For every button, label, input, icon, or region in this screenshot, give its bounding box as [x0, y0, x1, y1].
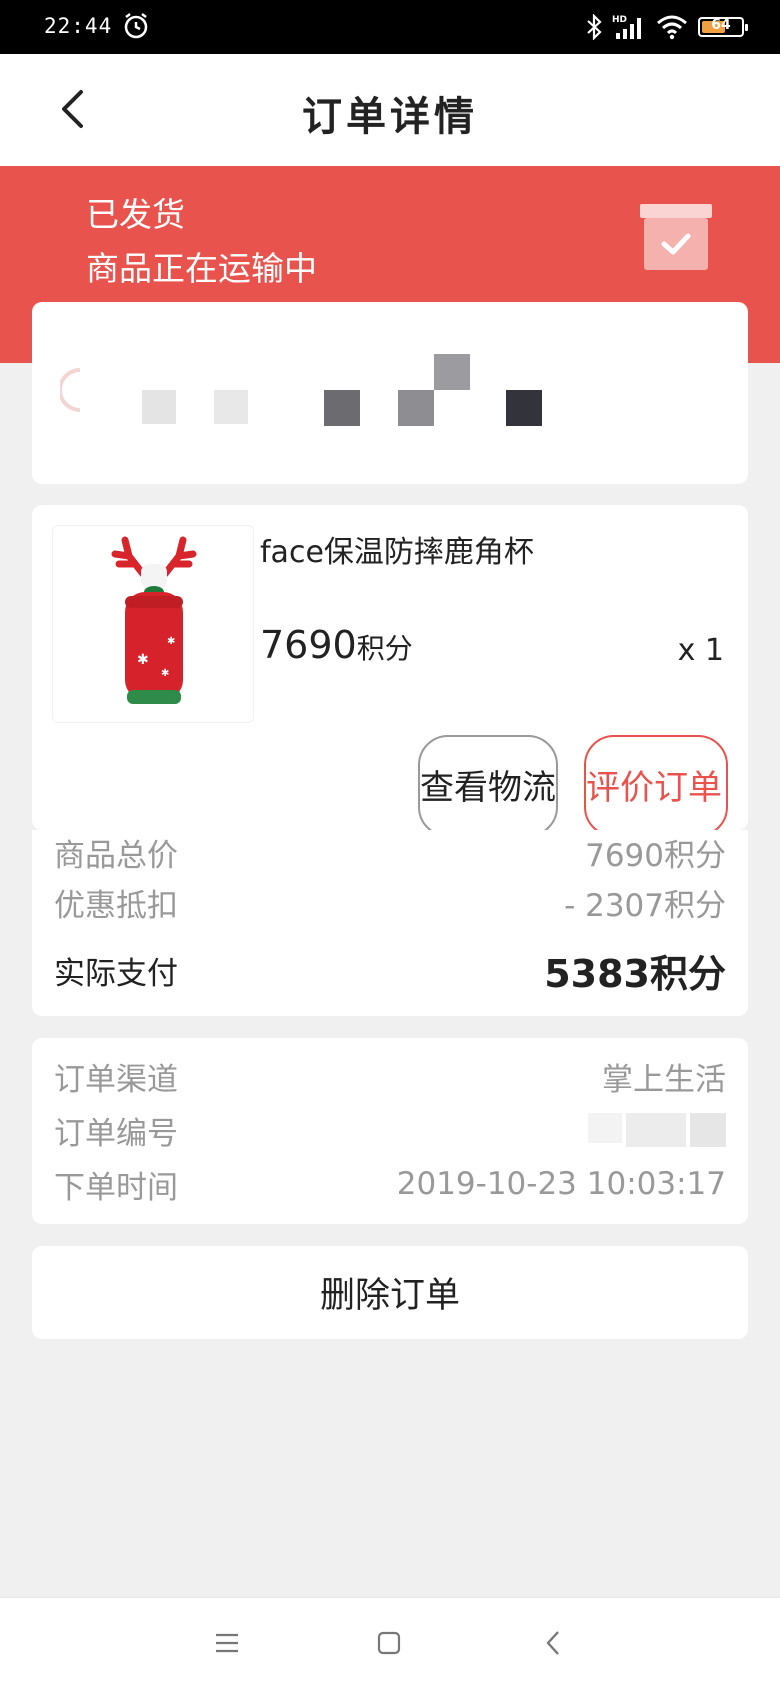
order-number-label: 订单编号 — [54, 1115, 178, 1152]
redacted-block — [142, 390, 176, 424]
reindeer-cup-image: ✱ ✱ ✱ — [111, 536, 197, 704]
menu-icon — [216, 1633, 238, 1653]
redacted-block — [434, 354, 470, 390]
subtotal-row: 商品总价 7690积分 — [54, 830, 726, 874]
product-quantity: x 1 — [677, 633, 724, 668]
order-number-value — [588, 1113, 726, 1147]
order-number-row: 订单编号 — [54, 1108, 726, 1152]
battery-icon: 64 — [698, 17, 748, 37]
page-title: 订单详情 — [302, 94, 478, 140]
actual-payment-row: 实际支付 5383积分 — [54, 946, 726, 996]
order-channel-label: 订单渠道 — [54, 1061, 178, 1098]
status-icons: HD 64 — [586, 12, 748, 42]
product-price-unit: 积分 — [356, 632, 413, 665]
delete-order-label: 删除订单 — [319, 1276, 460, 1316]
svg-text:✱: ✱ — [167, 636, 175, 647]
order-info-card: 订单渠道 掌上生活 订单编号 下单时间 2019-10-23 10:03:17 — [32, 1038, 748, 1224]
price-summary-card: 商品总价 7690积分 优惠抵扣 - 2307积分 实际支付 5383积分 — [32, 830, 748, 1016]
svg-text:✱: ✱ — [137, 652, 149, 668]
home-icon — [377, 1631, 401, 1655]
order-channel-row: 订单渠道 掌上生活 — [54, 1054, 726, 1098]
package-check-icon — [640, 204, 712, 270]
alarm-icon — [124, 13, 148, 39]
location-icon — [60, 368, 81, 412]
system-nav-bar — [0, 1597, 780, 1690]
product-price: 7690积分 — [260, 623, 413, 667]
hd-signal-icon: HD — [612, 15, 641, 39]
redacted-block — [506, 390, 542, 426]
discount-label: 优惠抵扣 — [54, 887, 178, 924]
subtotal-label: 商品总价 — [54, 837, 178, 874]
svg-text:✱: ✱ — [161, 668, 169, 679]
actual-payment-value: 5383积分 — [544, 951, 726, 996]
product-image[interactable]: ✱ ✱ ✱ — [52, 525, 254, 723]
delete-order-button[interactable]: 删除订单 — [32, 1246, 748, 1339]
status-bar: 22:44 HD 64 — [0, 0, 780, 54]
status-time: 22:44 — [44, 14, 113, 38]
wifi-icon — [657, 15, 687, 40]
order-channel-value: 掌上生活 — [602, 1061, 726, 1098]
view-logistics-button[interactable]: 查看物流 — [418, 735, 558, 837]
shipping-status: 已发货 — [86, 195, 185, 234]
product-name: face保温防摔鹿角杯 — [260, 535, 534, 570]
discount-value: - 2307积分 — [564, 887, 726, 924]
order-time-label: 下单时间 — [54, 1169, 178, 1206]
redacted-block — [214, 390, 248, 424]
actual-payment-label: 实际支付 — [54, 955, 178, 992]
address-card[interactable] — [32, 302, 748, 484]
discount-row: 优惠抵扣 - 2307积分 — [54, 880, 726, 924]
battery-percent: 64 — [711, 17, 731, 33]
back-icon — [546, 1631, 559, 1655]
bluetooth-icon — [587, 14, 602, 40]
redacted-block — [324, 390, 360, 426]
order-time-value: 2019-10-23 10:03:17 — [396, 1166, 726, 1202]
subtotal-value: 7690积分 — [585, 837, 726, 874]
menu-button[interactable] — [212, 1628, 242, 1658]
svg-text:HD: HD — [612, 15, 627, 25]
product-price-value: 7690 — [260, 623, 357, 667]
product-card: ✱ ✱ ✱ face保温防摔鹿角杯 7690积分 x 1 查看物流 评价订单 — [32, 505, 748, 837]
system-back-button[interactable] — [538, 1628, 568, 1658]
redacted-block — [398, 390, 434, 426]
order-time-row: 下单时间 2019-10-23 10:03:17 — [54, 1162, 726, 1206]
review-order-button[interactable]: 评价订单 — [584, 735, 728, 837]
nav-bar: 订单详情 — [0, 54, 780, 166]
home-button[interactable] — [374, 1628, 404, 1658]
shipping-substatus: 商品正在运输中 — [86, 249, 317, 288]
